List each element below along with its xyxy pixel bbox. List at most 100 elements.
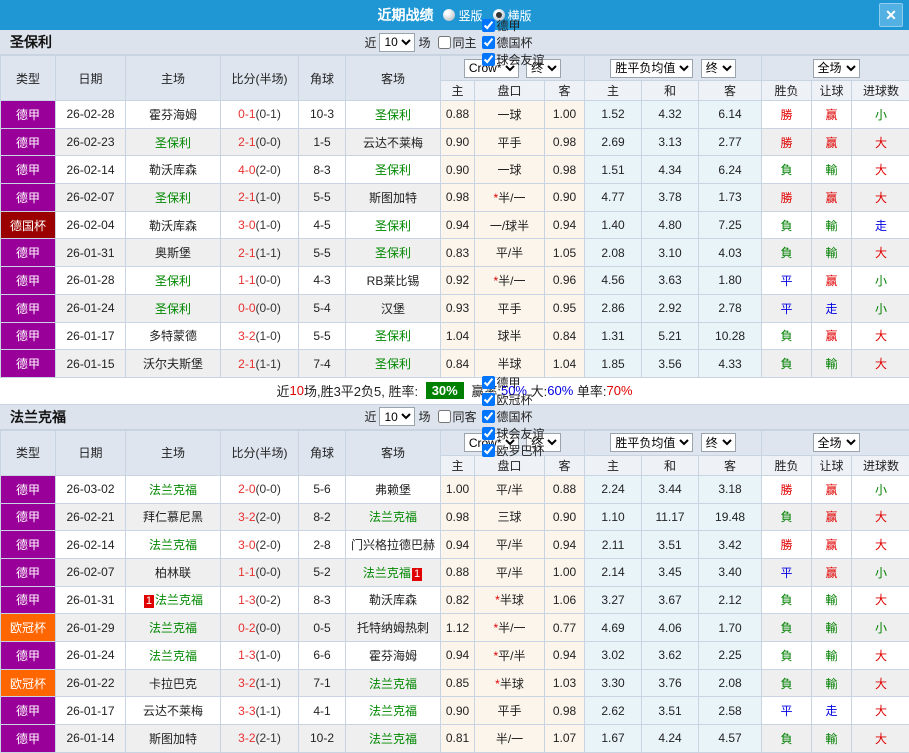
handicap-home-odds: 0.85: [441, 669, 475, 697]
league-type-cell: 德国杯: [1, 211, 56, 239]
col-odds-lose: 客: [699, 81, 762, 101]
scope-select[interactable]: 全场: [813, 59, 860, 78]
odds-win: 1.52: [585, 101, 642, 129]
team-name: 拜仁慕尼黑: [143, 510, 203, 524]
odds-draw: 3.13: [642, 128, 699, 156]
match-row: 德甲26-01-24法兰克福1-3(1-0)6-6霍芬海姆0.94*平/半0.9…: [1, 642, 909, 670]
result-handicap: 輸: [812, 614, 852, 642]
league-filter[interactable]: 德甲: [480, 374, 545, 391]
match-row: 欧冠杯26-01-22卡拉巴克3-2(1-1)7-1法兰克福0.85*半球1.0…: [1, 669, 909, 697]
handicap-home-odds: 0.90: [441, 156, 475, 184]
home-team-cell: 霍芬海姆: [126, 101, 221, 129]
eu-final-select[interactable]: 终: [701, 433, 736, 452]
odds-draw: 3.51: [642, 531, 699, 559]
near-count-select[interactable]: 10: [379, 33, 415, 52]
team-name: 圣保利: [155, 191, 191, 205]
odds-win: 2.62: [585, 697, 642, 725]
result-goals: 大: [852, 322, 909, 350]
half-time-score: (1-0): [256, 190, 281, 204]
full-time-score: 2-0: [238, 482, 255, 496]
result-outcome: 負: [762, 586, 812, 614]
result-outcome: 勝: [762, 531, 812, 559]
same-home-filter[interactable]: 同主: [434, 34, 477, 51]
home-team-cell: 圣保利: [126, 294, 221, 322]
team-name: 圣保利: [375, 163, 411, 177]
scope-select[interactable]: 全场: [813, 433, 860, 452]
result-outcome: 負: [762, 322, 812, 350]
full-time-score: 2-1: [238, 357, 255, 371]
close-button[interactable]: ✕: [879, 3, 903, 27]
away-team-cell: 汉堡: [346, 294, 441, 322]
line-text: 一/球半: [490, 219, 529, 233]
league-checkbox[interactable]: [482, 376, 495, 389]
same-away-filter[interactable]: 同客: [434, 408, 477, 425]
odds-win: 3.02: [585, 642, 642, 670]
league-checkbox[interactable]: [482, 393, 495, 406]
team-name: 多特蒙德: [149, 329, 197, 343]
half-time-score: (2-0): [256, 163, 281, 177]
col-result-handicap: 让球: [812, 81, 852, 101]
league-filter[interactable]: 德国杯: [480, 408, 545, 425]
result-outcome: 勝: [762, 475, 812, 503]
team2-matches-table: 类型 日期 主场 比分(半场) 角球 客场 Crow* 终 胜平负均值 终 全场…: [0, 430, 909, 753]
league-filter[interactable]: 德国杯: [480, 34, 545, 51]
league-checkbox[interactable]: [482, 53, 495, 66]
league-checkbox[interactable]: [482, 19, 495, 32]
league-checkbox[interactable]: [482, 410, 495, 423]
handicap-line: 平手: [475, 294, 545, 322]
date-cell: 26-01-17: [56, 697, 126, 725]
league-filter[interactable]: 欧冠杯: [480, 391, 545, 408]
odds-lose: 1.73: [699, 184, 762, 212]
full-time-score: 1-3: [238, 593, 255, 607]
league-filter[interactable]: 球会友谊: [480, 51, 545, 68]
league-filter[interactable]: 球会友谊: [480, 425, 545, 442]
team-name: 托特纳姆热刺: [357, 621, 429, 635]
league-checkbox[interactable]: [482, 427, 495, 440]
league-checkbox[interactable]: [482, 444, 495, 457]
odds-win: 1.40: [585, 211, 642, 239]
same-home-checkbox[interactable]: [438, 36, 451, 49]
result-outcome: 勝: [762, 128, 812, 156]
result-outcome: 負: [762, 503, 812, 531]
team-name: 法兰克福: [149, 621, 197, 635]
league-filter-label: 德国杯: [497, 34, 533, 51]
corner-cell: 10-3: [299, 101, 346, 129]
date-cell: 26-01-14: [56, 725, 126, 753]
col-handicap-line: 盘口: [475, 81, 545, 101]
same-away-checkbox[interactable]: [438, 410, 451, 423]
odds-win: 1.31: [585, 322, 642, 350]
near-count-select[interactable]: 10: [379, 407, 415, 426]
odds-lose: 3.40: [699, 558, 762, 586]
corner-cell: 6-6: [299, 642, 346, 670]
result-handicap: 輸: [812, 156, 852, 184]
league-filter[interactable]: 德甲: [480, 17, 545, 34]
avg-odds-select[interactable]: 胜平负均值: [610, 433, 693, 452]
match-row: 德甲26-01-17云达不莱梅3-3(1-1)4-1法兰克福0.90平手0.98…: [1, 697, 909, 725]
team-name: 圣保利: [155, 274, 191, 288]
half-time-score: (1-1): [256, 357, 281, 371]
odds-draw: 4.06: [642, 614, 699, 642]
result-group-header: 全场: [762, 56, 909, 81]
match-row: 德甲26-02-07柏林联1-1(0-0)5-2法兰克福10.88平/半1.00…: [1, 558, 909, 586]
avg-odds-select[interactable]: 胜平负均值: [610, 59, 693, 78]
promotion-badge: 1: [144, 595, 154, 608]
league-checkbox[interactable]: [482, 36, 495, 49]
away-team-cell: 圣保利: [346, 322, 441, 350]
score-cell: 1-3(0-2): [221, 586, 299, 614]
score-cell: 0-2(0-0): [221, 614, 299, 642]
col-corner: 角球: [299, 430, 346, 475]
result-goals: 大: [852, 239, 909, 267]
eu-final-select[interactable]: 终: [701, 59, 736, 78]
home-team-cell: 圣保利: [126, 184, 221, 212]
away-team-cell: 圣保利: [346, 350, 441, 378]
home-team-cell: 拜仁慕尼黑: [126, 503, 221, 531]
odds-win: 2.14: [585, 558, 642, 586]
handicap-home-odds: 0.90: [441, 128, 475, 156]
team1-matches-table: 类型 日期 主场 比分(半场) 角球 客场 Crow* 终 胜平负均值 终 全场…: [0, 55, 909, 378]
league-filter[interactable]: 欧罗巴杯: [480, 442, 545, 459]
match-row: 德甲26-01-311法兰克福1-3(0-2)8-3勒沃库森0.82*半球1.0…: [1, 586, 909, 614]
half-time-score: (1-1): [256, 676, 281, 690]
away-team-cell: 法兰克福: [346, 503, 441, 531]
home-team-cell: 圣保利: [126, 267, 221, 295]
away-team-cell: 法兰克福: [346, 697, 441, 725]
